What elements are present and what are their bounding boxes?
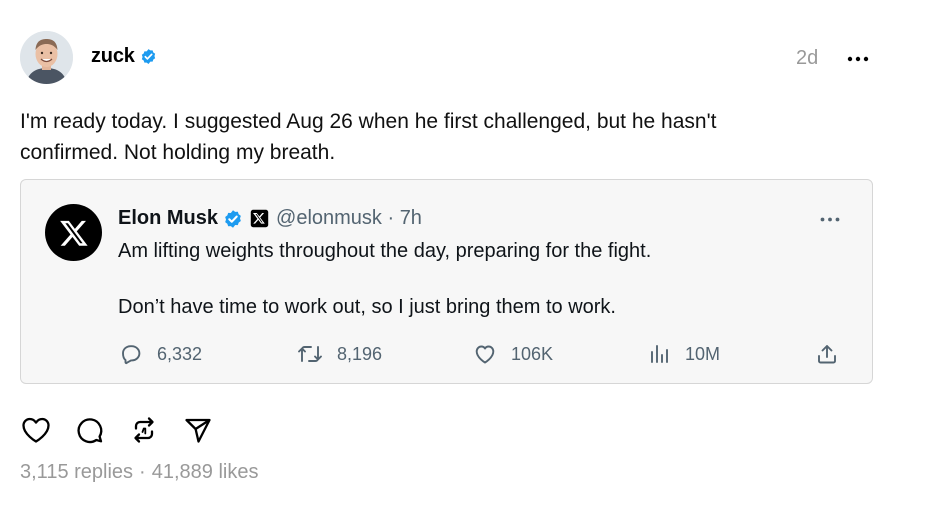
repost-icon [134,417,154,443]
views-count: 10M [685,343,721,364]
share-upload-icon [818,345,836,364]
post-text-line: confirmed. Not holding my breath. [20,141,336,164]
reply-count: 6,332 [157,343,203,364]
post-text: I'm ready today. I suggested Aug 26 when… [20,106,820,168]
replies-count-link[interactable]: 3,115 replies [20,461,133,483]
post-timestamp[interactable]: 2d [796,47,818,70]
post-author: zuck [91,45,157,68]
comment-bubble-icon [77,418,103,444]
send-button[interactable] [182,414,214,446]
embedded-like-button[interactable]: 106K [473,342,553,366]
repost-icon [298,346,322,362]
verified-badge-icon [140,48,157,65]
embedded-views-button[interactable]: 10M [649,342,720,366]
bar-chart-icon [651,345,668,363]
embedded-post-text: Am lifting weights throughout the day, p… [118,240,652,262]
reply-bubble-icon [122,345,141,365]
comment-button[interactable] [74,414,106,446]
engagement-counts: 3,115 replies · 41,889 likes [20,461,258,484]
x-logo-icon[interactable] [45,204,102,261]
embedded-reply-button[interactable]: 6,332 [119,342,202,366]
post-actions [20,414,236,446]
embedded-repost-button[interactable]: 8,196 [297,342,382,366]
likes-count-link[interactable]: 41,889 likes [152,461,259,483]
embedded-post-header: Elon Musk @elonmusk · 7h [118,207,422,230]
embedded-share-button[interactable] [815,342,853,366]
embedded-more-button[interactable] [817,208,843,230]
heart-icon [475,345,495,364]
post-text-line: I'm ready today. I suggested Aug 26 when… [20,110,717,133]
verified-badge-icon [223,209,243,229]
repost-count: 8,196 [337,343,383,364]
more-horizontal-icon [820,217,840,221]
like-count: 106K [511,343,554,364]
separator: · [139,461,146,483]
x-affiliation-icon [250,209,269,228]
send-icon [185,418,211,443]
avatar[interactable] [20,31,73,84]
more-horizontal-icon [847,56,869,62]
embedded-author-name[interactable]: Elon Musk [118,207,218,230]
heart-icon [22,417,50,443]
username-link[interactable]: zuck [91,45,135,68]
embedded-post-card[interactable]: Elon Musk @elonmusk · 7h Am lifting weig… [20,179,873,384]
embedded-handle-time[interactable]: @elonmusk · 7h [276,207,422,230]
like-button[interactable] [20,414,52,446]
embedded-post-text: Don’t have time to work out, so I just b… [118,296,616,318]
more-options-button[interactable] [845,48,871,70]
repost-button[interactable] [128,414,160,446]
